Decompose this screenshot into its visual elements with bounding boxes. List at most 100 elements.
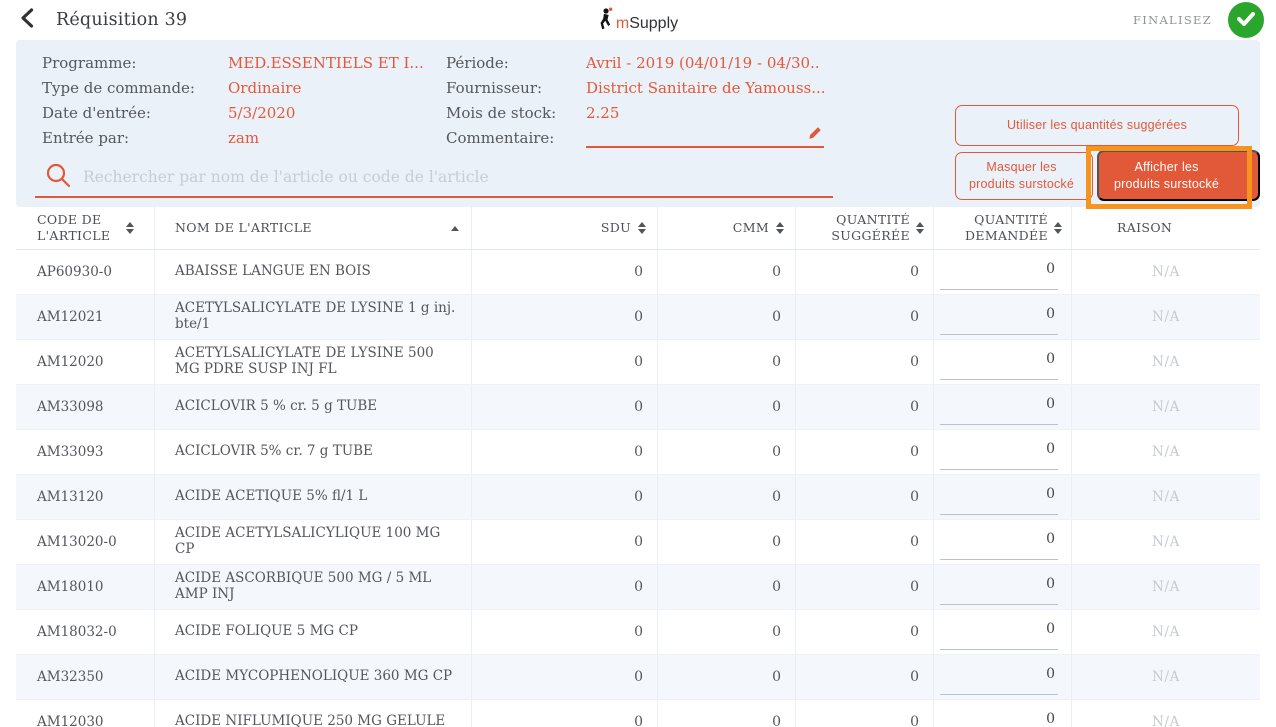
requested-quantity-input[interactable] <box>940 617 1058 650</box>
requested-quantity-input[interactable] <box>940 572 1058 605</box>
column-header-suggested[interactable]: QUANTITÉ SUGGÉRÉE <box>796 207 934 249</box>
table-row: AM33093 ACICLOVIR 5% cr. 7 g TUBE 0 0 0 … <box>16 430 1260 475</box>
cmm-cell: 0 <box>658 430 796 474</box>
details-right-column: Période:Avril - 2019 (04/01/19 - 04/30..… <box>446 50 826 150</box>
comment-label: Commentaire: <box>446 129 586 147</box>
item-name-cell: ACIDE FOLIQUE 5 MG CP <box>155 610 472 654</box>
cmm-cell: 0 <box>658 385 796 429</box>
suggested-quantity-cell: 0 <box>796 295 934 339</box>
entered-by-label: Entrée par: <box>42 129 228 147</box>
item-code-cell: AM12020 <box>16 340 155 384</box>
column-header-label: NOM DE L'ARTICLE <box>175 220 312 236</box>
show-overstocked-button[interactable]: Afficher les produits surstocké <box>1097 150 1260 201</box>
table-row: AM12021 ACETYLSALICYLATE DE LYSINE 1 g i… <box>16 295 1260 340</box>
requested-quantity-input[interactable] <box>940 437 1058 470</box>
item-code-cell: AM32350 <box>16 655 155 699</box>
requested-quantity-cell <box>934 295 1072 339</box>
entry-date-value: 5/3/2020 <box>228 104 295 122</box>
programme-label: Programme: <box>42 54 228 72</box>
item-name-cell: ACICLOVIR 5 % cr. 5 g TUBE <box>155 385 472 429</box>
hide-overstocked-button[interactable]: Masquer les produits surstocké <box>955 152 1093 200</box>
sdu-cell: 0 <box>472 475 658 519</box>
table-row: AM13120 ACIDE ACETIQUE 5% fl/1 L 0 0 0 N… <box>16 475 1260 520</box>
cmm-cell: 0 <box>658 700 796 727</box>
msupply-logo: mSupply <box>598 7 678 34</box>
details-left-column: Programme:MED.ESSENTIELS ET I... Type de… <box>42 50 424 150</box>
column-header-label: RAISON <box>1117 220 1172 236</box>
cmm-cell: 0 <box>658 340 796 384</box>
suggested-quantity-cell: 0 <box>796 385 934 429</box>
table-row: AM12030 ACIDE NIFLUMIQUE 250 MG GELULE 0… <box>16 700 1260 727</box>
requested-quantity-input[interactable] <box>940 527 1058 560</box>
supplier-value: District Sanitaire de Yamouss... <box>586 79 826 97</box>
table-body: AP60930-0 ABAISSE LANGUE EN BOIS 0 0 0 N… <box>16 250 1260 727</box>
page-title: Réquisition 39 <box>56 10 187 30</box>
back-button[interactable] <box>14 6 40 34</box>
reason-cell: N/A <box>1072 655 1260 699</box>
requested-quantity-input[interactable] <box>940 707 1058 727</box>
comment-field[interactable] <box>586 128 824 148</box>
requested-quantity-cell <box>934 385 1072 429</box>
search-input[interactable] <box>83 168 829 186</box>
column-header-requested[interactable]: QUANTITÉ DEMANDÉE <box>934 207 1072 249</box>
sort-icon <box>776 222 784 235</box>
reason-cell: N/A <box>1072 475 1260 519</box>
requested-quantity-input[interactable] <box>940 302 1058 335</box>
items-table: CODE DE L'ARTICLE NOM DE L'ARTICLE SDU C… <box>16 207 1260 727</box>
pencil-icon <box>808 126 822 144</box>
item-name-cell: ABAISSE LANGUE EN BOIS <box>155 250 472 294</box>
cmm-cell: 0 <box>658 295 796 339</box>
sdu-cell: 0 <box>472 250 658 294</box>
finalise-button[interactable] <box>1228 2 1264 38</box>
item-code-cell: AM33093 <box>16 430 155 474</box>
cmm-cell: 0 <box>658 565 796 609</box>
search-icon <box>45 162 71 192</box>
entered-by-value: zam <box>228 129 259 147</box>
sdu-cell: 0 <box>472 295 658 339</box>
reason-cell: N/A <box>1072 430 1260 474</box>
requested-quantity-cell <box>934 610 1072 654</box>
requested-quantity-input[interactable] <box>940 662 1058 695</box>
column-header-label: CODE DE L'ARTICLE <box>37 212 110 243</box>
suggested-quantity-cell: 0 <box>796 430 934 474</box>
finalise-control: FINALISEZ <box>1133 2 1264 38</box>
cmm-cell: 0 <box>658 610 796 654</box>
item-name-cell: ACIDE ACETYLSALICYLIQUE 100 MG CP <box>155 520 472 564</box>
item-code-cell: AM33098 <box>16 385 155 429</box>
requested-quantity-input[interactable] <box>940 392 1058 425</box>
table-row: AM32350 ACIDE MYCOPHENOLIQUE 360 MG CP 0… <box>16 655 1260 700</box>
reason-cell: N/A <box>1072 340 1260 384</box>
requested-quantity-cell <box>934 655 1072 699</box>
item-code-cell: AM12021 <box>16 295 155 339</box>
column-header-sdu[interactable]: SDU <box>472 207 658 249</box>
requisition-details-panel: Programme:MED.ESSENTIELS ET I... Type de… <box>16 40 1260 207</box>
requested-quantity-input[interactable] <box>940 257 1058 290</box>
suggested-quantity-cell: 0 <box>796 565 934 609</box>
table-row: AM18010 ACIDE ASCORBIQUE 500 MG / 5 ML A… <box>16 565 1260 610</box>
item-code-cell: AP60930-0 <box>16 250 155 294</box>
cmm-cell: 0 <box>658 475 796 519</box>
msupply-logo-text: mSupply <box>616 14 678 33</box>
period-label: Période: <box>446 54 586 72</box>
item-name-cell: ACIDE NIFLUMIQUE 250 MG GELULE <box>155 700 472 727</box>
column-header-cmm[interactable]: CMM <box>658 207 796 249</box>
cmm-cell: 0 <box>658 520 796 564</box>
requested-quantity-input[interactable] <box>940 482 1058 515</box>
table-row: AP60930-0 ABAISSE LANGUE EN BOIS 0 0 0 N… <box>16 250 1260 295</box>
sdu-cell: 0 <box>472 655 658 699</box>
suggested-quantity-cell: 0 <box>796 610 934 654</box>
column-header-code[interactable]: CODE DE L'ARTICLE <box>16 207 155 249</box>
item-code-cell: AM18032-0 <box>16 610 155 654</box>
period-value: Avril - 2019 (04/01/19 - 04/30.. <box>586 54 820 72</box>
sort-icon <box>126 222 134 235</box>
suggested-quantity-cell: 0 <box>796 340 934 384</box>
cmm-cell: 0 <box>658 250 796 294</box>
requested-quantity-input[interactable] <box>940 347 1058 380</box>
months-of-stock-value: 2.25 <box>586 104 619 122</box>
use-suggested-quantities-button[interactable]: Utiliser les quantités suggérées <box>955 105 1239 146</box>
requested-quantity-cell <box>934 340 1072 384</box>
suggested-quantity-cell: 0 <box>796 655 934 699</box>
item-name-cell: ACETYLSALICYLATE DE LYSINE 1 g inj. bte/… <box>155 295 472 339</box>
column-header-name[interactable]: NOM DE L'ARTICLE <box>155 207 472 249</box>
table-header-row: CODE DE L'ARTICLE NOM DE L'ARTICLE SDU C… <box>16 207 1260 250</box>
